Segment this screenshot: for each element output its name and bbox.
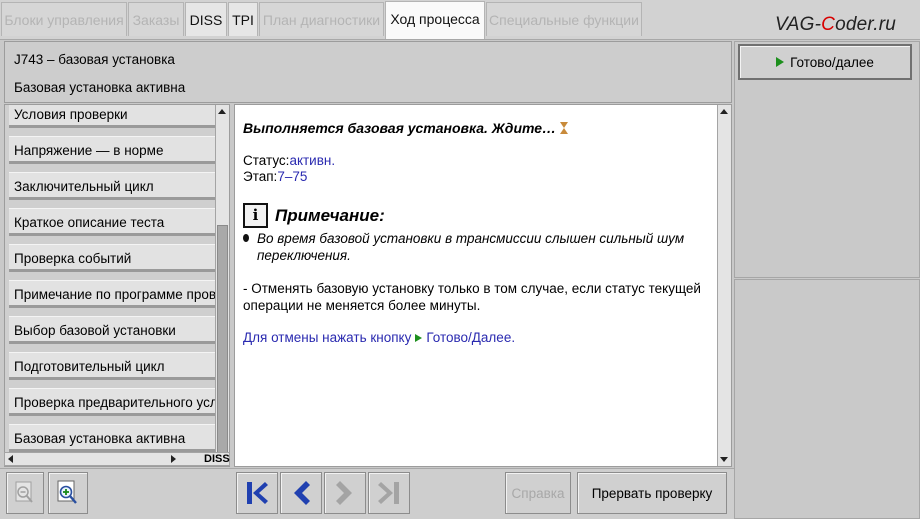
content-vertical-scrollbar[interactable]	[717, 105, 731, 466]
note-bullet: Во время базовой установки в трансмиссии…	[243, 230, 713, 264]
bottom-toolbar: Справка Прервать проверку	[0, 468, 734, 519]
status-value: активн.	[289, 153, 336, 168]
help-button[interactable]: Справка	[505, 472, 571, 514]
progress-message: Выполняется базовая установка. Ждите…	[243, 120, 713, 136]
scroll-left-icon[interactable]	[8, 455, 13, 463]
list-item[interactable]: Проверка предварительного условия	[9, 388, 217, 416]
tab-diss[interactable]: DISS	[185, 2, 227, 36]
header-panel: J743 – базовая установка Базовая установ…	[4, 41, 732, 103]
list-item[interactable]: Выбор базовой установки	[9, 316, 217, 344]
list-item[interactable]: Подготовительный цикл	[9, 352, 217, 380]
scroll-up-icon[interactable]	[720, 109, 728, 114]
note-paragraph: - Отменять базовую установку только в то…	[243, 281, 701, 313]
tab-tpi[interactable]: TPI	[228, 2, 258, 36]
previous-page-icon	[294, 481, 310, 505]
list-item[interactable]: Базовая установка активна	[9, 424, 217, 452]
stage-value: 7–75	[277, 169, 308, 184]
last-page-icon	[378, 482, 399, 504]
first-page-icon	[247, 482, 268, 504]
header-title: J743 – базовая установка	[14, 52, 175, 67]
cancel-instruction: Для отмены нажать кнопку Готово/Далее.	[243, 330, 516, 345]
tab-bar: Блоки управления Заказы DISS TPI План ди…	[0, 0, 920, 40]
list-vertical-scrollbar[interactable]	[215, 105, 229, 466]
list-item[interactable]: Проверка событий	[9, 244, 217, 272]
tab-orders[interactable]: Заказы	[128, 2, 184, 36]
watermark-logo: VAG-Coder.ru	[774, 14, 896, 35]
bullet-icon	[243, 234, 249, 242]
list-item[interactable]: Краткое описание теста	[9, 208, 217, 236]
list-horizontal-scrollbar[interactable]: DISS	[4, 452, 230, 466]
info-icon: i	[243, 203, 268, 228]
first-page-button[interactable]	[236, 472, 278, 514]
right-action-panel: Готово/далее	[734, 41, 920, 278]
ready-next-button[interactable]: Готово/далее	[738, 44, 912, 80]
instruction-pane: Выполняется базовая установка. Ждите… Ст…	[234, 104, 732, 467]
abort-test-button[interactable]: Прервать проверку	[577, 472, 727, 514]
hourglass-icon	[560, 122, 569, 134]
zoom-in-button[interactable]	[48, 472, 88, 514]
list-item[interactable]: Заключительный цикл	[9, 172, 217, 200]
list-item[interactable]: Примечание по программе проверки	[9, 280, 217, 308]
last-page-button[interactable]	[368, 472, 410, 514]
header-status: Базовая установка активна	[14, 80, 186, 95]
tab-diagnostic-plan[interactable]: План диагностики	[259, 2, 384, 36]
scroll-right-icon[interactable]	[171, 455, 176, 463]
list-item[interactable]: Условия проверки	[9, 105, 217, 128]
zoom-in-icon	[57, 480, 77, 504]
play-icon	[415, 333, 423, 342]
tab-process[interactable]: Ход процесса	[385, 1, 485, 39]
next-page-icon	[336, 481, 352, 505]
list-item[interactable]: Напряжение — в норме	[9, 136, 217, 164]
cancel-link[interactable]: Готово/Далее.	[426, 330, 515, 345]
zoom-out-button[interactable]	[6, 472, 44, 514]
play-icon	[776, 57, 785, 67]
scroll-thumb[interactable]	[217, 225, 228, 457]
next-page-button[interactable]	[324, 472, 366, 514]
scroll-down-icon[interactable]	[720, 457, 728, 462]
test-step-list: Условия проверки Напряжение — в норме За…	[4, 104, 230, 467]
status-block: Статус:активн. Этап:7–75	[243, 153, 336, 184]
diss-label: DISS	[204, 453, 230, 465]
note-heading: i Примечание:	[243, 203, 713, 228]
previous-page-button[interactable]	[280, 472, 322, 514]
tab-control-units[interactable]: Блоки управления	[1, 2, 127, 36]
scroll-up-icon[interactable]	[218, 109, 226, 114]
zoom-out-icon	[15, 481, 33, 503]
right-empty-panel	[734, 279, 920, 519]
tab-special-functions[interactable]: Специальные функции	[486, 2, 642, 36]
